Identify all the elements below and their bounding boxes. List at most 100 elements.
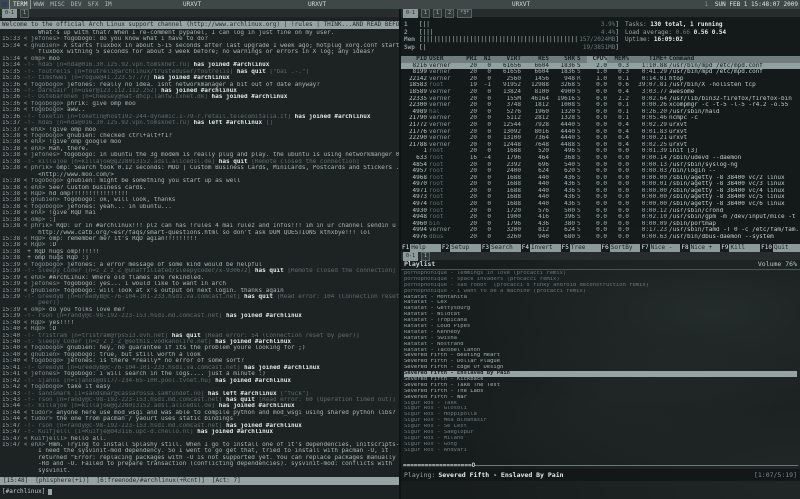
- process-row[interactable]: 4970 root 20 0 1688 440 436 S 0.0 0.0 0:00.01/sbin…: [401, 181, 800, 188]
- process-row[interactable]: 21790 verner 20 0 5112 2812 1328 S 0.0 0.1 0:05.46…: [401, 115, 800, 122]
- process-row[interactable]: 633 root 16 -4 1796 464 368 S 0.0 0.0 0:00.14/sbin…: [401, 155, 800, 162]
- tag-www[interactable]: WWW: [30, 0, 47, 9]
- wm-tag[interactable]: *3*: [457, 9, 473, 18]
- column-header-ni[interactable]: NI: [479, 56, 491, 63]
- irc-input-line[interactable]: [#archlinux]: [2, 487, 399, 496]
- process-row[interactable]: 4994 verner 20 0 3200 812 624 S 0.0 0.0 0:17.23/us…: [401, 227, 800, 234]
- window-title[interactable]: URXVT: [308, 0, 326, 9]
- topbar-right: 1 SUN FEB 1 15:48:07 2009: [704, 0, 798, 9]
- column-header-mem[interactable]: MEM%: [609, 56, 629, 63]
- process-row[interactable]: 4968 root 20 0 1688 440 436 S 0.0 0.0 0:00.00/sbin…: [401, 175, 800, 182]
- column-header-shr[interactable]: SHR: [551, 56, 575, 63]
- wm-tag[interactable]: 1: [421, 9, 431, 18]
- process-row[interactable]: 4971 root 20 0 1688 440 436 S 0.0 0.0 0:00.00/sbin…: [401, 188, 800, 195]
- fkey-f9[interactable]: F9 Kill: [720, 244, 761, 252]
- fkey-f3[interactable]: F3 Search: [481, 244, 521, 252]
- process-row[interactable]: 22300 verner 20 0 3748 1812 1008 S 0.0 0.1 0:00.26…: [401, 102, 800, 109]
- fkey-f2[interactable]: F2 Setup: [441, 244, 481, 252]
- tag-misc[interactable]: MISC: [47, 0, 67, 9]
- irc-line: sysvinit.: [2, 467, 71, 474]
- process-row[interactable]: 22290 verner 20 0 13100 7364 4440 S 0.0 0.4 0:00.2…: [401, 135, 800, 142]
- awesome-icon: [2, 2, 7, 7]
- column-header-time[interactable]: TIME+: [631, 56, 667, 63]
- column-header-user[interactable]: USER: [429, 56, 461, 63]
- column-header-command[interactable]: Command: [669, 56, 798, 63]
- process-row[interactable]: 4960 bin 20 0 1796 436 380 S 0.0 0.0 0:00.09/sbin/…: [401, 221, 800, 228]
- tag-term[interactable]: TERM: [8, 0, 32, 10]
- process-table[interactable]: PID USER PRI NI VIRT RES SHR S CPU% MEM% TIME+ Comm…: [401, 56, 800, 244]
- clock: SUN FEB 1 15:48:07 2009: [714, 1, 798, 8]
- statusbar-item: [15:48]: [3, 477, 29, 484]
- playlist[interactable]: pornophonique - lemmings in love (procac…: [404, 271, 797, 461]
- tag-im[interactable]: IM: [101, 0, 114, 9]
- process-row[interactable]: 4930 root 20 0 1720 576 500 S 0.0 0.0 0:00.12/usr/…: [401, 208, 800, 215]
- process-row[interactable]: 4948 root 20 0 1900 416 396 S 0.0 0.0 0:02.10/usr/…: [401, 214, 800, 221]
- process-row[interactable]: 8199 verner 20 0 61656 6604 1836 S 1.0 0.3 0:41.29…: [401, 69, 800, 76]
- progress-track: [475, 465, 798, 466]
- process-row[interactable]: 21772 verner 20 0 12544 7928 4440 S 0.0 0.4 0:02.2…: [401, 122, 800, 129]
- column-header-s[interactable]: S: [577, 56, 585, 63]
- process-row[interactable]: 21788 verner 20 0 12448 7648 4488 S 0.0 0.4 0:02.2…: [401, 142, 800, 149]
- window-title[interactable]: URXVT: [512, 0, 530, 9]
- fkey-f5[interactable]: F5 Tree: [561, 244, 601, 252]
- now-playing-song: Severed Fifth - Enslaved By Pain: [438, 471, 564, 479]
- wm-tag[interactable]: 2: [445, 9, 455, 18]
- ncmpc-window: 0-1 1 Playlist Volume 76% pornophonique -…: [401, 252, 800, 481]
- process-table-header: PID USER PRI NI VIRT RES SHR S CPU% MEM% TIME+ Comm…: [401, 56, 800, 63]
- process-row[interactable]: 4976 dbus 20 0 3260 940 680 S 0.0 0.0 0:00.63/usr/…: [401, 234, 800, 241]
- wm-tag[interactable]: 1: [433, 9, 443, 18]
- process-row[interactable]: 18589 verner 20 0 13824 8100 4900 S 0.0 0.4 3:03.7…: [401, 89, 800, 96]
- process-row[interactable]: 22142 verner 20 0 2560 1456 948 R 1.0 0.1 0:14.01 h…: [401, 76, 800, 83]
- column-header-cpu[interactable]: CPU%: [587, 56, 607, 63]
- process-row[interactable]: 1 root 20 0 1688 520 496 S 0.0 0.0 0:01.39 init [3]: [401, 148, 800, 155]
- fkey-f10[interactable]: F10 Quit: [760, 244, 800, 252]
- fkey-f6[interactable]: F6 SortBy: [601, 244, 641, 252]
- process-row[interactable]: 4973 root 20 0 1688 440 436 S 0.0 0.0 0:00.00/sbin…: [401, 194, 800, 201]
- statusbar-item: [phisphere(+i)]: [35, 477, 90, 484]
- column-header-pid[interactable]: PID: [403, 56, 427, 63]
- playing-label: Playing:: [404, 471, 436, 479]
- fkey-f8[interactable]: F8 Nice +: [680, 244, 721, 252]
- text-cursor: [48, 488, 53, 495]
- cpu-mem-meter: Swp[| 19/3851MB]: [404, 43, 619, 51]
- window-title[interactable]: URXVT: [183, 0, 201, 9]
- ncmpc-wmtags: 0-1 1: [401, 252, 800, 261]
- statusbar-item: [Act: 7]: [211, 477, 241, 484]
- irc-chat-log[interactable]: What's up with that? When I re-comment p…: [2, 30, 399, 477]
- playlist-title: Playlist: [404, 260, 436, 268]
- fkey-f7[interactable]: F7 Nice -: [640, 244, 681, 252]
- htop-meters: 1[|| 3.9%] 2[||| 4.4%] Mem[|||||||||||||||||…: [401, 17, 800, 53]
- irc-line: 15:39 -!- GreedyB [n=GreedyB@c-76-104-10…: [2, 293, 399, 300]
- fkey-f1[interactable]: F1 Help: [401, 244, 441, 252]
- playlist-item[interactable]: Sigur Ros - Andvari: [404, 448, 797, 454]
- column-header-res[interactable]: RES: [523, 56, 549, 63]
- htop-window: 0-1 1 1 2 *3* 1[|| 3.9%] 2[||| 4.4%] Mem[|||||||…: [401, 9, 800, 252]
- meter-column: 1[|| 3.9%] 2[||| 4.4%] Mem[|||||||||||||||||…: [404, 21, 619, 51]
- input-prompt: [#archlinux]: [2, 488, 46, 495]
- column-header-pri[interactable]: PRI: [463, 56, 477, 63]
- process-row[interactable]: 4957 root 20 0 2400 624 620 S 0.0 0.0 0:00.03/bin/…: [401, 168, 800, 175]
- system-info-column: Tasks: 130 total, 1 running Load average:…: [619, 21, 797, 51]
- system-info-line: Uptime: 16:09:02: [625, 36, 683, 43]
- column-header-virt[interactable]: VIRT: [493, 56, 521, 63]
- process-row[interactable]: 21776 verner 20 0 13092 8016 4440 S 0.0 0.4 0:01.8…: [401, 129, 800, 136]
- process-row[interactable]: 4974 root 20 0 1688 440 436 S 0.0 0.0 0:00.00/sbin…: [401, 201, 800, 208]
- wm-tag[interactable]: 0-1: [403, 9, 419, 18]
- tag-dev[interactable]: DEV: [68, 0, 85, 9]
- track-progress-bar[interactable]: ===================O: [403, 462, 798, 469]
- process-row[interactable]: 4854 root 20 0 2392 696 540 S 0.0 0.0 0:00.13/usr/…: [401, 162, 800, 169]
- right-column: 0-1 1 1 2 *3* 1[|| 3.9%] 2[||| 4.4%] Mem[|||||||…: [401, 9, 800, 499]
- process-row[interactable]: 18583 root 19 -1 91952 12988 3268 S 0.0 0.6 39:07.…: [401, 82, 800, 89]
- irssi-window: 0-1 1 Welcome to the official Arch Linux …: [0, 9, 401, 499]
- htop-wmtags: 0-1 1 1 2 *3*: [401, 9, 800, 18]
- process-row[interactable]: 8216 verner 20 0 61656 6604 1836 S 2.0 0.3 1:10.88…: [401, 62, 800, 70]
- wm-tag[interactable]: 0-1: [2, 9, 18, 18]
- irc-line: fluxbox withing 5 seconds for about 3 we…: [2, 49, 375, 56]
- tag-sfx[interactable]: SFX: [85, 0, 102, 9]
- wm-tag[interactable]: 1: [20, 9, 30, 18]
- process-row[interactable]: 22335 verner 20 0 155M 46164 19616 S 0.0 2.2 0:02.…: [401, 96, 800, 103]
- fkey-f4[interactable]: F4 Invert: [521, 244, 561, 252]
- statusbar-item: [6:freenode/#archlinux(+Rcnt)]: [96, 477, 205, 484]
- process-row[interactable]: 4989 hal 20 0 5276 1960 1320 S 0.0 0.1 0:26.20/usr…: [401, 109, 800, 116]
- progress-elapsed: ===================O: [403, 462, 476, 469]
